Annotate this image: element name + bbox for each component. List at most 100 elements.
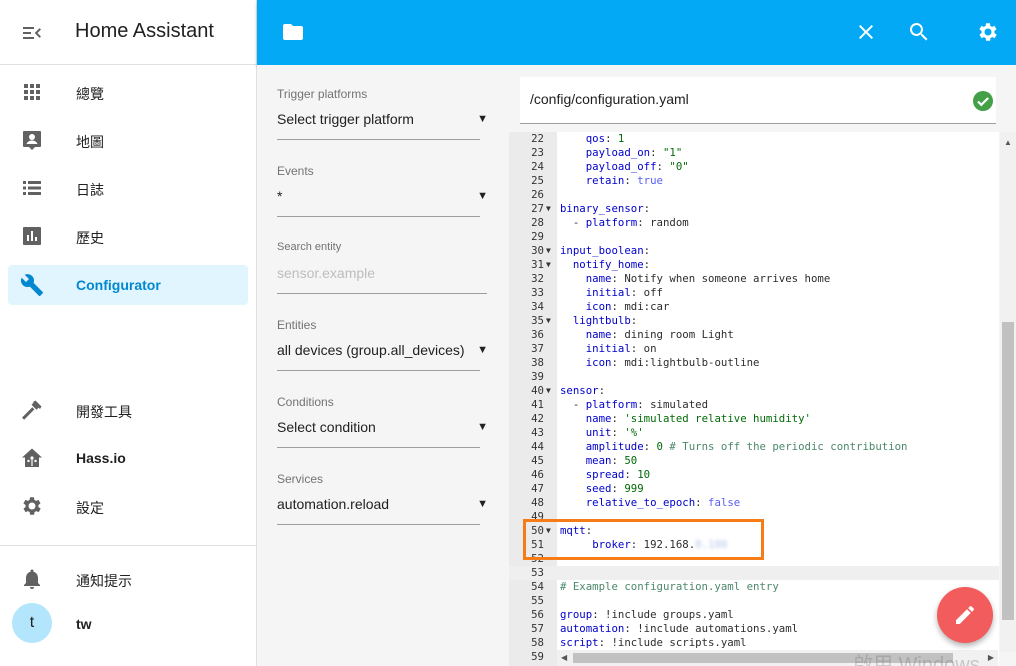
code-line[interactable]: 26 (509, 188, 999, 202)
code-line[interactable]: 32 name: Notify when someone arrives hom… (509, 272, 999, 286)
code-line[interactable]: 47 seed: 999 (509, 482, 999, 496)
field-label: Services (277, 472, 324, 486)
scroll-left-icon[interactable]: ◀ (561, 653, 567, 662)
code-line[interactable]: 36 name: dining room Light (509, 328, 999, 342)
line-number: 27 (531, 202, 544, 215)
wrench-icon (20, 273, 44, 297)
fold-toggle-icon[interactable]: ▼ (546, 244, 556, 258)
code-text: qos: 1 (585, 132, 625, 145)
fold-toggle-icon[interactable]: ▼ (546, 202, 556, 216)
code-text: sensor: (560, 384, 606, 397)
code-text: name: Notify when someone arrives home (585, 272, 831, 285)
line-number: 46 (531, 468, 544, 481)
avatar[interactable]: t (12, 603, 52, 643)
code-line[interactable]: 39 (509, 370, 999, 384)
hammer-icon (20, 398, 44, 422)
code-line[interactable]: 55 (509, 594, 999, 608)
line-number: 53 (531, 566, 544, 579)
sidebar-item-label: 通知提示 (76, 573, 132, 589)
sidebar-item-hassio[interactable]: Hass.io (8, 438, 248, 478)
line-number: 58 (531, 636, 544, 649)
line-number: 22 (531, 132, 544, 145)
code-line[interactable]: 41 - platform: simulated (509, 398, 999, 412)
fold-toggle-icon[interactable]: ▼ (546, 258, 556, 272)
code-line[interactable]: 48 relative_to_epoch: false (509, 496, 999, 510)
code-line[interactable]: 25 retain: true (509, 174, 999, 188)
code-line[interactable]: 43 unit: '%' (509, 426, 999, 440)
code-text: unit: '%' (585, 426, 644, 439)
code-line[interactable]: 31 ▼ notify_home: (509, 258, 999, 272)
file-path-bar[interactable]: /config/configuration.yaml (520, 77, 996, 124)
scroll-up-icon[interactable]: ▲ (1004, 138, 1012, 147)
folder-icon[interactable] (281, 20, 305, 44)
field-underline (277, 293, 487, 294)
gear-icon[interactable] (976, 20, 1000, 44)
sidebar-item-settings[interactable]: 設定 (8, 486, 248, 526)
line-number: 31 (531, 258, 544, 271)
code-line[interactable]: 45 mean: 50 (509, 454, 999, 468)
app-root: Home Assistant 總覽 地圖 日誌 歷史 Configurator … (0, 0, 1016, 666)
field-underline (277, 370, 480, 371)
code-lines: 22 qos: 1 23 payload_on: "1" 24 payload_of… (509, 132, 999, 664)
code-line[interactable]: 29 (509, 230, 999, 244)
code-line[interactable]: 33 initial: off (509, 286, 999, 300)
sidebar-item-history[interactable]: 歷史 (8, 216, 248, 256)
edit-fab-button[interactable] (937, 587, 993, 643)
code-line[interactable]: 35 ▼ lightbulb: (509, 314, 999, 328)
sidebar-item-configurator[interactable]: Configurator (8, 265, 248, 305)
code-line[interactable]: 44 amplitude: 0 # Turns off the periodic… (509, 440, 999, 454)
sidebar-item-logbook[interactable]: 日誌 (8, 168, 248, 208)
code-text: icon: mdi:lightbulb-outline (585, 356, 760, 369)
sidebar-item-label: 地圖 (76, 134, 104, 150)
scroll-right-icon[interactable]: ▶ (988, 653, 994, 662)
field-value: automation.reload (277, 496, 390, 512)
line-number: 55 (531, 594, 544, 607)
code-line[interactable]: 34 icon: mdi:car (509, 300, 999, 314)
code-line[interactable]: 42 name: 'simulated relative humidity' (509, 412, 999, 426)
line-number: 26 (531, 188, 544, 201)
app-toolbar (257, 0, 1016, 65)
code-line[interactable]: 37 initial: on (509, 342, 999, 356)
search-icon[interactable] (907, 20, 931, 44)
sidebar-item-label: 日誌 (76, 182, 104, 198)
code-line[interactable]: 46 spread: 10 (509, 468, 999, 482)
code-line[interactable]: 56 group: !include groups.yaml (509, 608, 999, 622)
line-number: 39 (531, 370, 544, 383)
grid-icon (20, 80, 44, 104)
code-line[interactable]: 54 # Example configuration.yaml entry (509, 580, 999, 594)
code-line[interactable]: 27 ▼ binary_sensor: (509, 202, 999, 216)
code-line[interactable]: 24 payload_off: "0" (509, 160, 999, 174)
sidebar-item-overview[interactable]: 總覽 (8, 72, 248, 112)
line-number: 56 (531, 608, 544, 621)
line-number: 45 (531, 454, 544, 467)
menu-collapse-icon[interactable] (20, 21, 44, 45)
field-value: * (277, 188, 283, 204)
fold-toggle-icon[interactable]: ▼ (546, 314, 556, 328)
code-editor[interactable]: 22 qos: 1 23 payload_on: "1" 24 payload_of… (509, 132, 999, 666)
code-line[interactable]: 30 ▼ input_boolean: (509, 244, 999, 258)
sidebar-item-label: 開發工具 (76, 404, 132, 420)
code-text: initial: on (585, 342, 657, 355)
code-line[interactable]: 53 (509, 566, 999, 580)
code-line[interactable]: 38 icon: mdi:lightbulb-outline (509, 356, 999, 370)
annotation-highlight-box (523, 519, 764, 560)
code-line[interactable]: 57 automation: !include automations.yaml (509, 622, 999, 636)
code-line[interactable]: 23 payload_on: "1" (509, 146, 999, 160)
code-line[interactable]: 22 qos: 1 (509, 132, 999, 146)
code-text: binary_sensor: (560, 202, 651, 215)
line-number: 37 (531, 342, 544, 355)
close-icon[interactable] (854, 20, 878, 44)
line-number: 44 (531, 440, 544, 453)
code-line[interactable]: 40 ▼ sensor: (509, 384, 999, 398)
fold-toggle-icon[interactable]: ▼ (546, 384, 556, 398)
sidebar-item-notifications[interactable]: 通知提示 (8, 559, 248, 599)
sidebar-item-map[interactable]: 地圖 (8, 120, 248, 160)
vertical-scroll-thumb[interactable] (1002, 322, 1014, 620)
vertical-scrollbar[interactable]: ▲ (1000, 132, 1016, 652)
code-line[interactable]: 28 - platform: random (509, 216, 999, 230)
line-number: 36 (531, 328, 544, 341)
code-text: name: dining room Light (585, 328, 734, 341)
sidebar-item-dev-tools[interactable]: 開發工具 (8, 390, 248, 430)
user-name[interactable]: tw (76, 616, 92, 632)
code-text: amplitude: 0 # Turns off the periodic co… (585, 440, 908, 453)
